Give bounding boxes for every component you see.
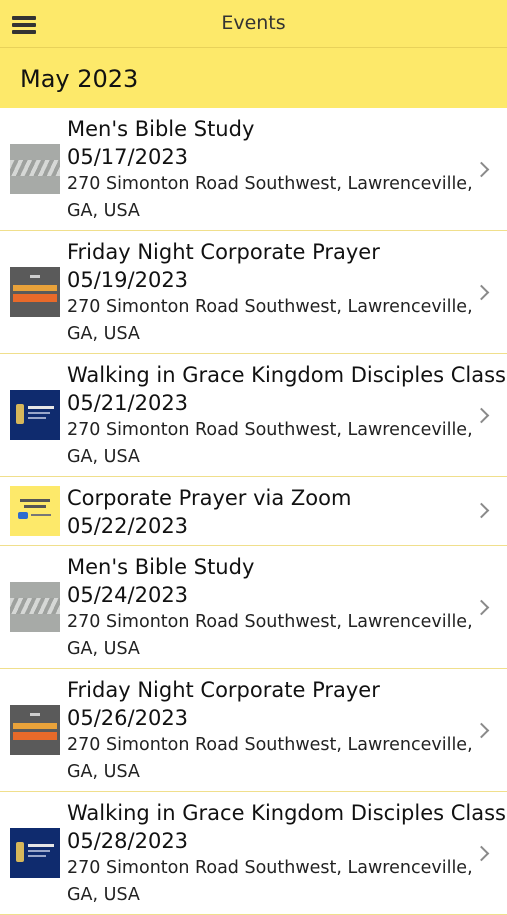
event-address-line2: GA, USA	[67, 324, 140, 344]
event-address: 270 Simonton Road Southwest, Lawrencevil…	[67, 858, 473, 878]
event-address: 270 Simonton Road Southwest, Lawrencevil…	[67, 735, 473, 755]
event-row[interactable]: Friday Night Corporate Prayer 05/19/2023…	[0, 231, 507, 354]
event-date: 05/28/2023	[67, 829, 189, 853]
top-bar: Events	[0, 0, 507, 48]
event-title: Walking in Grace Kingdom Disciples Class	[67, 801, 507, 825]
event-address: 270 Simonton Road Southwest, Lawrencevil…	[67, 174, 473, 194]
event-address-line2: GA, USA	[67, 885, 140, 905]
month-section-header: May 2023	[0, 48, 507, 108]
event-thumbnail	[10, 486, 60, 536]
event-row[interactable]: Corporate Prayer via Zoom 05/22/2023	[0, 477, 507, 546]
event-date: 05/26/2023	[67, 706, 189, 730]
event-date: 05/24/2023	[67, 583, 189, 607]
event-title: Corporate Prayer via Zoom	[67, 486, 352, 510]
event-row[interactable]: Men's Bible Study 05/17/2023 270 Simonto…	[0, 108, 507, 231]
event-thumbnail	[10, 144, 60, 194]
event-row[interactable]: Men's Bible Study 05/24/2023 270 Simonto…	[0, 546, 507, 669]
event-row[interactable]: Walking in Grace Kingdom Disciples Class…	[0, 792, 507, 915]
event-thumbnail	[10, 267, 60, 317]
event-date: 05/19/2023	[67, 268, 189, 292]
event-title: Friday Night Corporate Prayer	[67, 240, 380, 264]
event-title: Friday Night Corporate Prayer	[67, 678, 380, 702]
page-title: Events	[221, 12, 286, 34]
event-address: 270 Simonton Road Southwest, Lawrencevil…	[67, 612, 473, 632]
event-thumbnail	[10, 390, 60, 440]
event-address: 270 Simonton Road Southwest, Lawrencevil…	[67, 420, 473, 440]
event-row[interactable]: Walking in Grace Kingdom Disciples Class…	[0, 354, 507, 477]
event-date: 05/17/2023	[67, 145, 189, 169]
event-title: Men's Bible Study	[67, 117, 255, 141]
event-list: Men's Bible Study 05/17/2023 270 Simonto…	[0, 108, 507, 915]
event-row[interactable]: Friday Night Corporate Prayer 05/26/2023…	[0, 669, 507, 792]
event-title: Men's Bible Study	[67, 555, 255, 579]
event-address-line2: GA, USA	[67, 762, 140, 782]
event-thumbnail	[10, 582, 60, 632]
event-address-line2: GA, USA	[67, 447, 140, 467]
event-address-line2: GA, USA	[67, 639, 140, 659]
event-date: 05/21/2023	[67, 391, 189, 415]
event-thumbnail	[10, 828, 60, 878]
event-date: 05/22/2023	[67, 514, 189, 538]
event-address: 270 Simonton Road Southwest, Lawrencevil…	[67, 297, 473, 317]
event-title: Walking in Grace Kingdom Disciples Class	[67, 363, 507, 387]
event-address-line2: GA, USA	[67, 201, 140, 221]
event-thumbnail	[10, 705, 60, 755]
